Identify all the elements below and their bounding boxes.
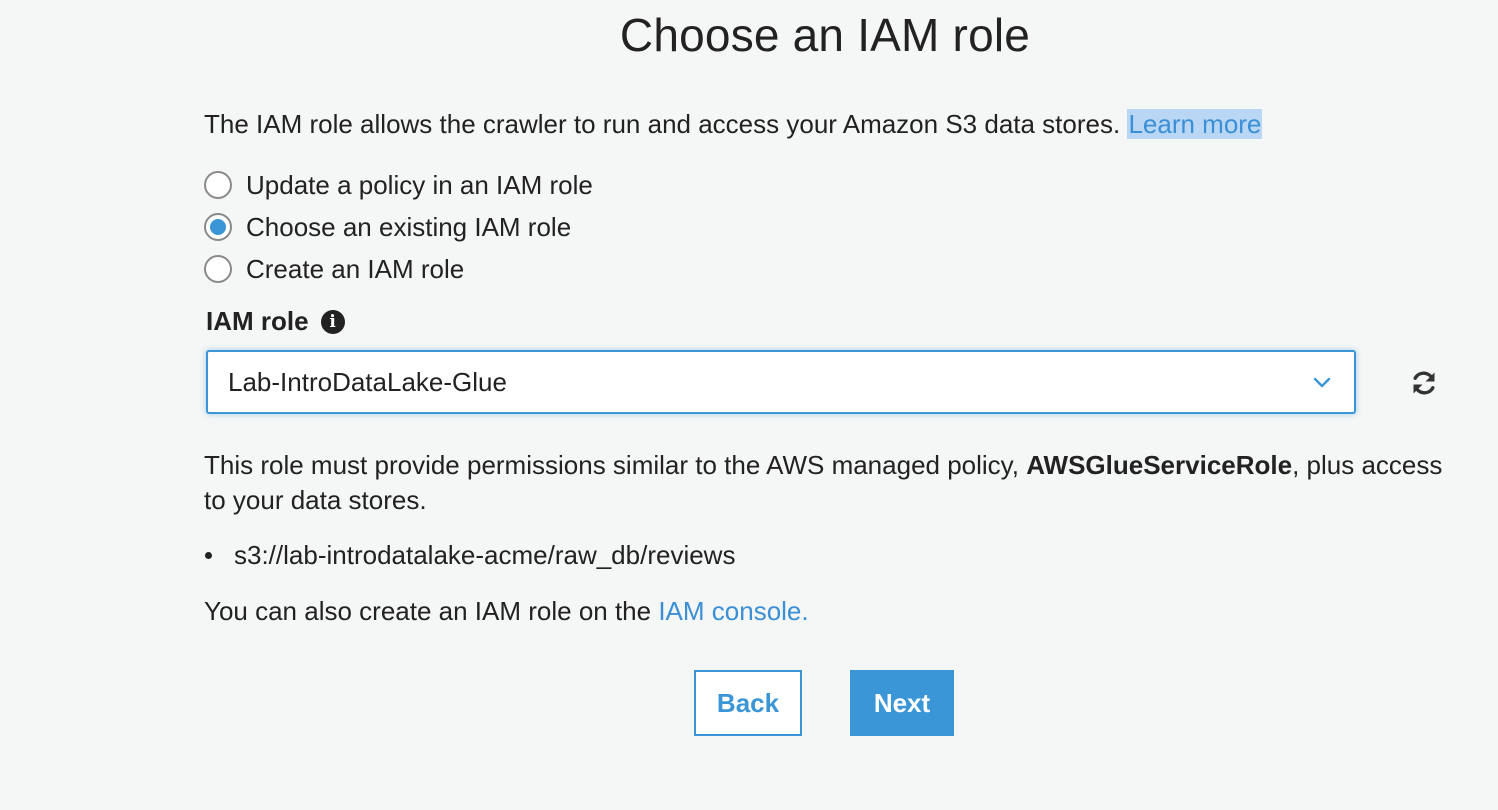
chevron-down-icon: [1313, 377, 1331, 388]
iam-role-option-group: Update a policy in an IAM role Choose an…: [204, 164, 593, 290]
refresh-icon[interactable]: [1410, 369, 1438, 397]
next-button[interactable]: Next: [850, 670, 954, 736]
console-note-text: You can also create an IAM role on the: [204, 596, 659, 626]
bullet-icon: [205, 552, 212, 559]
radio-button-choose-existing[interactable]: [204, 213, 232, 241]
radio-label-choose-existing: Choose an existing IAM role: [246, 211, 572, 242]
radio-create-role[interactable]: Create an IAM role: [204, 248, 593, 290]
policy-name: AWSGlueServiceRole: [1026, 450, 1293, 480]
radio-update-policy[interactable]: Update a policy in an IAM role: [204, 164, 593, 206]
intro-description: The IAM role allows the crawler to run a…: [204, 109, 1128, 139]
back-button[interactable]: Back: [694, 670, 802, 736]
iam-role-field-label: IAM role i: [206, 306, 345, 337]
learn-more-link[interactable]: Learn more: [1127, 109, 1263, 139]
radio-choose-existing[interactable]: Choose an existing IAM role: [204, 206, 593, 248]
radio-button-create-role[interactable]: [204, 255, 232, 283]
iam-role-selected-value: Lab-IntroDataLake-Glue: [228, 366, 507, 397]
intro-text: The IAM role allows the crawler to run a…: [204, 108, 1263, 140]
info-icon[interactable]: i: [320, 309, 345, 334]
iam-role-label: IAM role: [206, 306, 309, 336]
radio-label-update-policy: Update a policy in an IAM role: [246, 169, 593, 200]
iam-console-note: You can also create an IAM role on the I…: [204, 596, 809, 627]
data-store-item: s3://lab-introdatalake-acme/raw_db/revie…: [234, 540, 736, 570]
choose-iam-role-page: Choose an IAM role The IAM role allows t…: [0, 0, 1498, 810]
radio-label-create-role: Create an IAM role: [246, 253, 465, 284]
radio-button-update-policy[interactable]: [204, 171, 232, 199]
role-permissions-description: This role must provide permissions simil…: [204, 448, 1454, 518]
iam-role-select[interactable]: Lab-IntroDataLake-Glue: [206, 350, 1356, 414]
data-store-list: s3://lab-introdatalake-acme/raw_db/revie…: [204, 540, 735, 571]
iam-console-link[interactable]: IAM console.: [658, 596, 808, 626]
description-prefix: This role must provide permissions simil…: [204, 450, 1027, 480]
page-title: Choose an IAM role: [619, 9, 1031, 61]
